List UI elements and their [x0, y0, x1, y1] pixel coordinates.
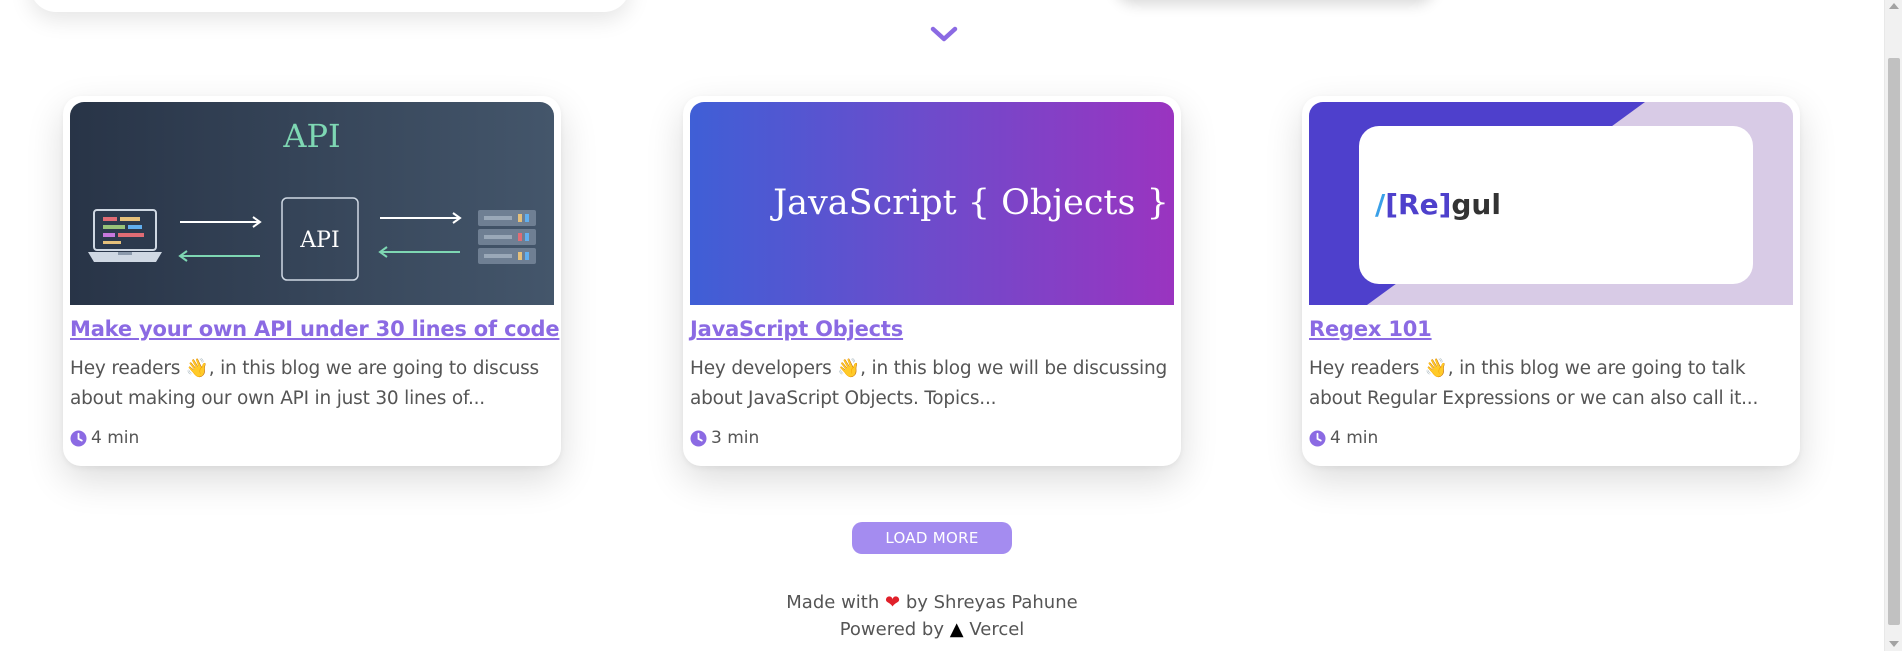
read-time: 4 min	[1309, 428, 1793, 448]
blog-card[interactable]: JavaScript { Objects } JavaScript Object…	[683, 96, 1181, 466]
read-time-value: 4 min	[1330, 428, 1379, 448]
blog-card[interactable]: API API Make your own API under 30 lines…	[63, 96, 561, 466]
previous-section-card	[30, 0, 630, 12]
post-excerpt: Hey readers 👋, in this blog we are going…	[70, 358, 539, 409]
blog-post-grid: API API Make your own API under 30 lines…	[0, 96, 1880, 468]
regex-banner: /[Re]gul	[1309, 102, 1793, 305]
read-time: 3 min	[690, 428, 1174, 448]
post-thumbnail[interactable]: API API	[70, 102, 554, 305]
load-more-button[interactable]: LOAD MORE	[852, 522, 1012, 554]
post-thumbnail[interactable]: /[Re]gul	[1309, 102, 1793, 305]
post-title-link[interactable]: Regex 101	[1309, 317, 1432, 341]
thumbnail-text: JavaScript { Objects }	[770, 183, 1169, 223]
post-excerpt: Hey readers 👋, in this blog we are going…	[1309, 358, 1759, 409]
chevron-down-icon[interactable]	[929, 22, 959, 46]
waving-hand-emoji: 👋	[837, 358, 861, 379]
javascript-objects-banner: JavaScript { Objects }	[690, 102, 1174, 305]
scroll-down-arrow-icon[interactable]	[1889, 641, 1899, 647]
post-thumbnail[interactable]: JavaScript { Objects }	[690, 102, 1174, 305]
scrollbar-thumb[interactable]	[1888, 58, 1900, 625]
laptop-icon	[88, 209, 162, 262]
read-time-value: 3 min	[711, 428, 760, 448]
post-title-link[interactable]: JavaScript Objects	[690, 317, 903, 341]
thumbnail-center-label: API	[299, 228, 339, 253]
read-time: 4 min	[70, 428, 554, 448]
site-footer: Made with ❤ by Shreyas Pahune Powered by…	[682, 589, 1182, 643]
blog-card[interactable]: /[Re]gul Regex 101 Hey readers 👋, in thi…	[1302, 96, 1800, 466]
thumbnail-heading: API	[282, 117, 340, 155]
server-icon	[478, 210, 536, 264]
api-illustration: API API	[70, 102, 554, 305]
waving-hand-emoji: 👋	[185, 358, 209, 379]
vercel-link[interactable]: ▲ Vercel	[950, 619, 1025, 640]
vercel-logo-icon: ▲	[949, 619, 964, 640]
regex-logo-text: /[Re]gul	[1375, 188, 1501, 221]
clock-icon	[690, 430, 707, 446]
waving-hand-emoji: 👋	[1424, 358, 1448, 379]
vertical-scrollbar[interactable]	[1884, 0, 1902, 651]
clock-icon	[70, 430, 87, 446]
post-excerpt: Hey developers 👋, in this blog we will b…	[690, 358, 1168, 409]
post-title-link[interactable]: Make your own API under 30 lines of code	[70, 317, 560, 341]
read-time-value: 4 min	[91, 428, 140, 448]
scroll-up-arrow-icon[interactable]	[1889, 3, 1899, 9]
clock-icon	[1309, 430, 1326, 446]
footer-credit: Made with ❤ by Shreyas Pahune	[786, 592, 1078, 613]
footer-powered-by: Powered by ▲ Vercel	[839, 619, 1025, 640]
heart-icon: ❤	[885, 592, 901, 613]
